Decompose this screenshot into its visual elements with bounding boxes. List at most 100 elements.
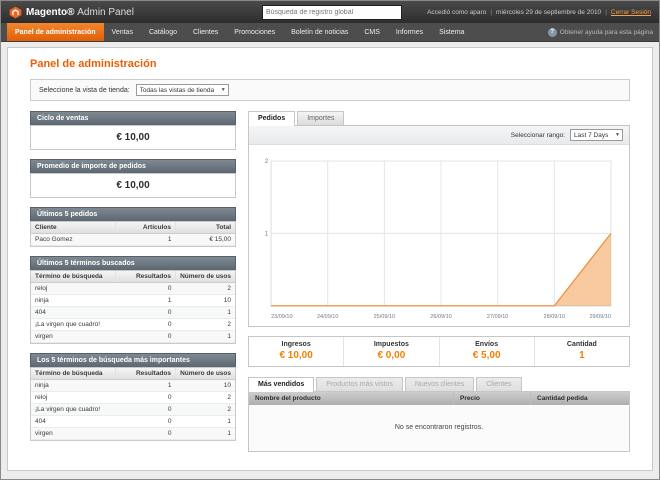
tab[interactable]: Clientes bbox=[476, 377, 521, 391]
total-stat: Ingresos € 10,00 bbox=[249, 337, 343, 366]
help-icon: ? bbox=[548, 28, 557, 37]
magento-logo: Magento® Admin Panel bbox=[9, 6, 134, 19]
nav-item-label: Clientes bbox=[193, 29, 218, 36]
magento-admin-window: Magento® Admin Panel Accedió como aparo … bbox=[0, 0, 660, 480]
store-view-select-wrap: Todas las vistas de tienda ▼ bbox=[136, 84, 229, 96]
products-tabs: Más vendidos Productos más vistos Nuevos… bbox=[248, 377, 630, 391]
main-navigation: Panel de administración Ventas Catálogo … bbox=[1, 23, 659, 42]
nav-item[interactable]: Boletín de noticias bbox=[283, 23, 356, 41]
page-help-link[interactable]: ? Obtener ayuda para esta página bbox=[548, 23, 653, 41]
col-header: Número de usos bbox=[176, 271, 236, 283]
total-stat-label: Envíos bbox=[442, 341, 532, 348]
nav-item-label: Panel de administración bbox=[15, 29, 96, 36]
tab-label: Más vendidos bbox=[258, 381, 304, 388]
table-row[interactable]: 40401 bbox=[31, 416, 235, 428]
nav-item[interactable]: Informes bbox=[388, 23, 431, 41]
dashboard-columns: Ciclo de ventas € 10,00 Promedio de impo… bbox=[30, 111, 630, 452]
table-row[interactable]: Paco Gomez1€ 15,00 bbox=[31, 234, 235, 246]
range-toolbar: Seleccionar rango: Last 7 Days ▼ bbox=[249, 126, 629, 145]
separator: | bbox=[490, 9, 492, 16]
global-search-input[interactable] bbox=[262, 5, 402, 20]
box-title: Últimos 5 pedidos bbox=[30, 207, 236, 221]
table-row[interactable]: ninja110 bbox=[31, 295, 235, 307]
tab-label: Productos más vistos bbox=[326, 381, 393, 388]
tab[interactable]: Productos más vistos bbox=[316, 377, 403, 391]
total-stat-label: Impuestos bbox=[346, 341, 436, 348]
col-header: Resultados bbox=[116, 368, 176, 380]
nav-item-label: Ventas bbox=[112, 29, 133, 36]
svg-text:2: 2 bbox=[265, 159, 269, 165]
nav-item[interactable]: Catálogo bbox=[141, 23, 185, 41]
empty-message: No se encontraron registros. bbox=[249, 405, 629, 451]
svg-text:1: 1 bbox=[265, 231, 269, 237]
tab[interactable]: Más vendidos bbox=[248, 377, 314, 392]
tab-label: Nuevos clientes bbox=[415, 381, 464, 388]
total-stat-value: € 0,00 bbox=[346, 350, 436, 361]
store-view-switcher: Seleccione la vista de tienda: Todas las… bbox=[30, 79, 630, 101]
svg-text:23/09/10: 23/09/10 bbox=[271, 314, 292, 320]
nav-item[interactable]: Sistema bbox=[431, 23, 472, 41]
nav-item[interactable]: Promociones bbox=[226, 23, 283, 41]
top-header: Magento® Admin Panel Accedió como aparo … bbox=[1, 1, 659, 23]
col-header: Precio bbox=[454, 392, 531, 405]
nav-item[interactable]: Clientes bbox=[185, 23, 226, 41]
app-title-suffix: Admin Panel bbox=[77, 7, 134, 18]
total-stat-label: Ingresos bbox=[251, 341, 341, 348]
total-stat-value: 1 bbox=[537, 350, 627, 361]
tab[interactable]: Importes bbox=[297, 111, 344, 125]
col-header: Número de usos bbox=[176, 368, 236, 380]
col-header: Resultados bbox=[116, 271, 176, 283]
svg-text:26/09/10: 26/09/10 bbox=[430, 314, 451, 320]
orders-chart: 1223/09/1024/09/1025/09/1026/09/1027/09/… bbox=[249, 145, 629, 326]
table-row[interactable]: virgen01 bbox=[31, 428, 235, 440]
col-header: Total bbox=[176, 222, 236, 234]
total-stat-value: € 5,00 bbox=[442, 350, 532, 361]
help-label: Obtener ayuda para esta página bbox=[560, 29, 653, 36]
lifetime-sales-box: Ciclo de ventas € 10,00 bbox=[30, 111, 236, 150]
box-title: Últimos 5 términos buscados bbox=[30, 256, 236, 270]
store-view-select[interactable]: Todas las vistas de tienda bbox=[136, 84, 229, 96]
nav-item[interactable]: CMS bbox=[356, 23, 388, 41]
table-row[interactable]: reloj02 bbox=[31, 283, 235, 295]
separator: | bbox=[605, 9, 607, 16]
col-header: Cantidad pedida bbox=[531, 392, 630, 405]
svg-text:25/09/10: 25/09/10 bbox=[374, 314, 395, 320]
svg-text:27/09/10: 27/09/10 bbox=[487, 314, 508, 320]
total-stat-label: Cantidad bbox=[537, 341, 627, 348]
last-orders-box: Últimos 5 pedidos Cliente Artículos Tota… bbox=[30, 207, 236, 247]
last-search-terms-table: Término de búsqueda Resultados Número de… bbox=[31, 271, 235, 343]
col-header: Artículos bbox=[116, 222, 176, 234]
table-row[interactable]: 40401 bbox=[31, 307, 235, 319]
total-stat: Envíos € 5,00 bbox=[439, 337, 534, 366]
table-row[interactable]: reloj02 bbox=[31, 392, 235, 404]
nav-item-label: Sistema bbox=[439, 29, 464, 36]
nav-menu: Panel de administración Ventas Catálogo … bbox=[7, 23, 472, 41]
range-select[interactable]: Last 7 Days bbox=[570, 129, 623, 141]
table-row[interactable]: virgen01 bbox=[31, 331, 235, 343]
nav-item[interactable]: Ventas bbox=[104, 23, 141, 41]
store-view-label: Seleccione la vista de tienda: bbox=[39, 87, 130, 94]
average-orders-value: € 10,00 bbox=[31, 174, 235, 197]
logout-link[interactable]: Cerrar Sesión bbox=[611, 9, 651, 16]
col-header: Término de búsqueda bbox=[31, 368, 116, 380]
tab-label: Importes bbox=[307, 115, 334, 122]
table-row[interactable]: ¡La virgen que cuadro!02 bbox=[31, 319, 235, 331]
table-row[interactable]: ¡La virgen que cuadro!02 bbox=[31, 404, 235, 416]
page-title: Panel de administración bbox=[30, 58, 630, 70]
tab[interactable]: Nuevos clientes bbox=[405, 377, 474, 391]
table-row[interactable]: ninja110 bbox=[31, 380, 235, 392]
col-header: Nombre del producto bbox=[249, 392, 454, 405]
tab[interactable]: Pedidos bbox=[248, 111, 295, 126]
nav-item[interactable]: Panel de administración bbox=[7, 23, 104, 41]
last-search-terms-box: Últimos 5 términos buscados Término de b… bbox=[30, 256, 236, 344]
tab-label: Pedidos bbox=[258, 115, 285, 122]
nav-item-label: Boletín de noticias bbox=[291, 29, 348, 36]
orders-panel: Seleccionar rango: Last 7 Days ▼ 1 2 23/09… bbox=[248, 125, 630, 327]
range-select-wrap: Last 7 Days ▼ bbox=[570, 129, 623, 141]
magento-logo-icon bbox=[9, 6, 22, 19]
box-title: Promedio de importe de pedidos bbox=[30, 159, 236, 173]
total-stat: Cantidad 1 bbox=[534, 337, 629, 366]
current-date: miércoles 29 de septiembre de 2010 bbox=[496, 9, 601, 16]
tab-label: Clientes bbox=[486, 381, 511, 388]
nav-item-label: Informes bbox=[396, 29, 423, 36]
